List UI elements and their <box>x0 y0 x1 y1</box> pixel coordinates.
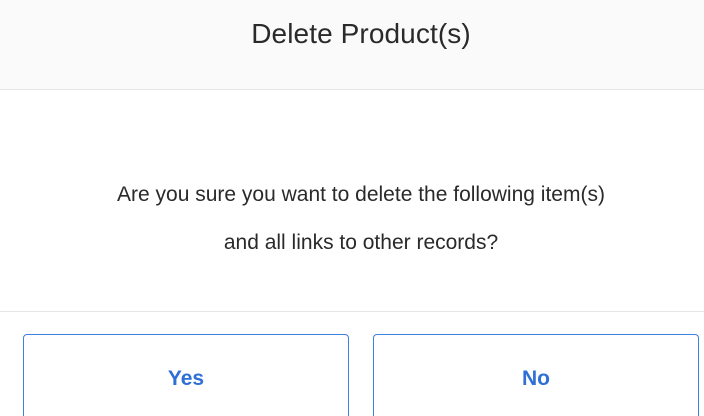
dialog-header: Delete Product(s) <box>0 0 704 90</box>
yes-button[interactable]: Yes <box>23 334 349 416</box>
confirmation-message: Are you sure you want to delete the foll… <box>0 171 704 267</box>
no-button[interactable]: No <box>373 334 699 416</box>
message-line-2: and all links to other records? <box>223 231 499 254</box>
dialog-footer: Yes No <box>0 311 704 416</box>
dialog-title: Delete Product(s) <box>251 18 471 49</box>
message-line-1: Are you sure you want to delete the foll… <box>117 183 605 206</box>
delete-confirmation-dialog: Delete Product(s) Are you sure you want … <box>0 0 704 416</box>
dialog-body: Are you sure you want to delete the foll… <box>0 91 704 311</box>
